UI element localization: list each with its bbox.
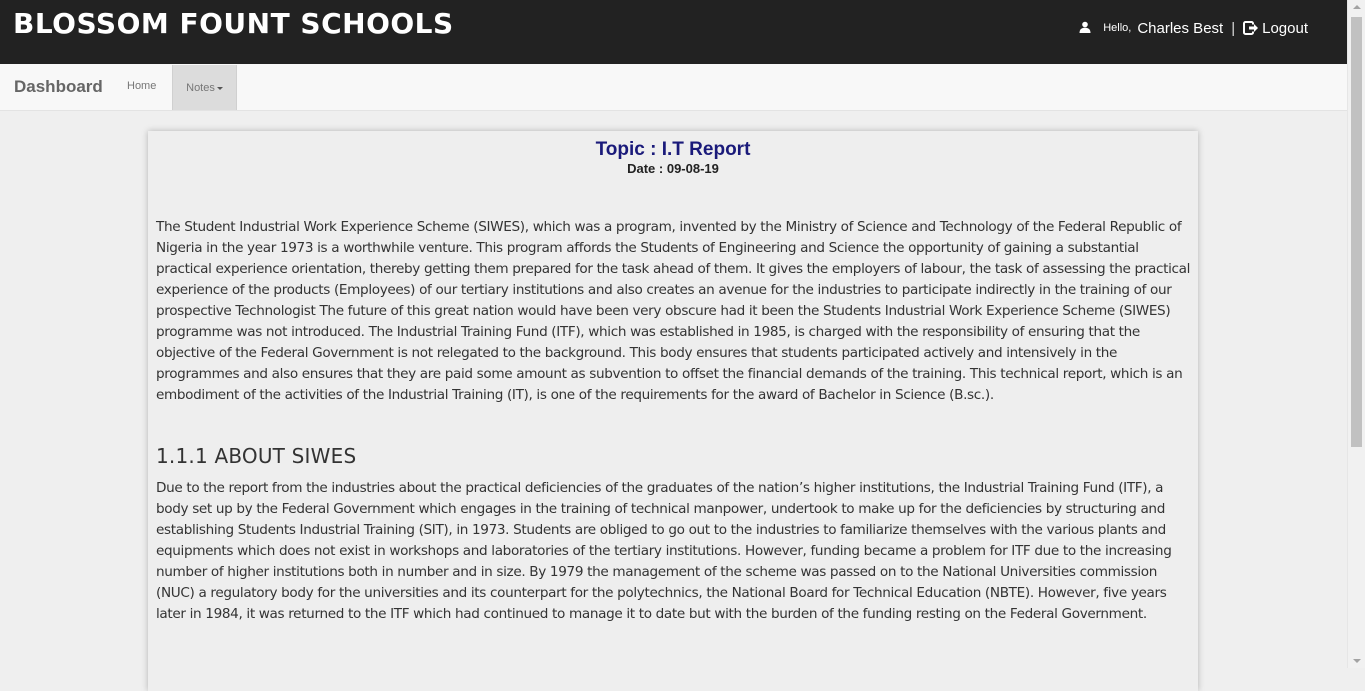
note-paragraph: Due to the report from the industries ab… <box>156 480 1172 622</box>
section-heading: 1.1.1 ABOUT SIWES <box>156 444 357 468</box>
page-scrollbar[interactable] <box>1347 0 1365 668</box>
note-paragraph: The Student Industrial Work Experience S… <box>156 219 1191 403</box>
separator: | <box>1231 19 1236 37</box>
nav-item-notes[interactable]: Notes <box>172 65 237 110</box>
scroll-up-icon[interactable] <box>1353 5 1361 9</box>
site-brand[interactable]: BLOSSOM FOUNT SCHOOLS <box>13 6 454 42</box>
nav-notes-label: Notes <box>186 81 215 94</box>
navbar: Dashboard Home Notes <box>0 64 1348 111</box>
logout-button[interactable]: Logout <box>1243 20 1308 37</box>
username-link[interactable]: Charles Best <box>1137 20 1223 37</box>
scroll-thumb[interactable] <box>1351 17 1362 447</box>
note-date: Date : 09-08-19 <box>627 161 719 176</box>
note-topic: Topic : I.T Report <box>595 139 751 160</box>
logout-icon <box>1243 21 1259 35</box>
logout-label: Logout <box>1262 19 1308 37</box>
note-card: Topic : I.T Report Date : 09-08-19 The S… <box>148 131 1198 691</box>
scroll-down-icon[interactable] <box>1353 659 1361 663</box>
nav-item-home[interactable]: Home <box>127 80 156 92</box>
top-header: BLOSSOM FOUNT SCHOOLS Hello, Charles Bes… <box>0 0 1348 64</box>
greeting-text: Hello, <box>1103 22 1132 34</box>
caret-down-icon <box>216 86 223 90</box>
user-area: Hello, Charles Best | Logout <box>1079 18 1308 38</box>
user-icon <box>1079 21 1093 35</box>
dashboard-link[interactable]: Dashboard <box>14 77 103 97</box>
